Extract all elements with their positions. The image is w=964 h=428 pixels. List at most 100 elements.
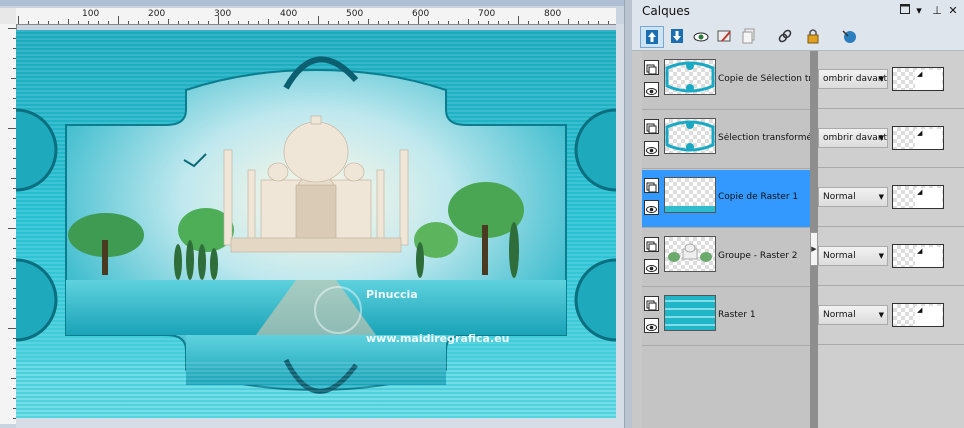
canvas-window: 100 200 300 400 500 600 700 800 Pinuccia… [0, 0, 624, 428]
visibility-button[interactable] [690, 26, 712, 46]
ruler-label: 800 [544, 9, 562, 19]
layer-row[interactable]: Sélection transformée [642, 111, 820, 169]
arrow-down-icon [671, 29, 683, 43]
blend-mode-select[interactable]: Normal ▼ [818, 305, 888, 325]
ruler-tick [548, 21, 549, 24]
layer-type-icon[interactable] [644, 237, 659, 252]
ruler-tick [258, 21, 259, 24]
blend-mode-value: Normal [823, 251, 856, 261]
merge-button[interactable] [838, 26, 860, 46]
horizontal-ruler: 100 200 300 400 500 600 700 800 [16, 8, 616, 25]
ruler-label: 400 [280, 9, 298, 19]
layer-row[interactable]: Copie de Sélection tran [642, 52, 820, 110]
edit-layer-button[interactable] [714, 26, 736, 46]
blend-mode-select[interactable]: Normal ▼ [818, 246, 888, 266]
scroll-handle[interactable]: ▶ [810, 232, 818, 266]
move-layer-down-button[interactable] [666, 26, 688, 46]
layer-thumbnail [664, 295, 716, 331]
ruler-tick [348, 21, 349, 24]
link-button[interactable] [774, 26, 796, 46]
layer-row[interactable]: Copie de Raster 1 [642, 170, 820, 228]
resize-corner-icon: ◢ [915, 129, 942, 149]
ruler-tick [518, 16, 519, 24]
blend-mode-select[interactable]: ombrir davanta ▼ [818, 128, 888, 148]
layer-row[interactable]: Groupe - Raster 2 [642, 229, 820, 287]
image-canvas[interactable]: Pinuccia www.maidiregrafica.eu [16, 30, 616, 418]
layer-row[interactable]: Raster 1 [642, 288, 820, 346]
panel-pin-button[interactable]: ⊥ [930, 4, 944, 17]
ruler-tick [588, 21, 589, 24]
ruler-tick [8, 228, 16, 229]
eye-icon[interactable] [644, 259, 659, 274]
lock-button[interactable] [802, 26, 824, 46]
ruler-tick [138, 21, 139, 24]
chevron-right-icon: ▶ [811, 245, 817, 253]
panel-menu-button[interactable]: ▾ [912, 4, 926, 17]
opacity-field[interactable]: 100◢ [892, 185, 944, 209]
opacity-field[interactable]: 100◢ [892, 244, 944, 268]
eye-icon[interactable] [644, 318, 659, 333]
duplicate-layer-button[interactable] [738, 26, 760, 46]
layer-type-icon[interactable] [644, 119, 659, 134]
layer-list: Copie de Sélection tran Sélection transfo… [642, 51, 820, 428]
layer-thumbnail [664, 118, 716, 154]
ruler-tick [108, 21, 109, 24]
opacity-field[interactable]: 100◢ [892, 67, 944, 91]
layer-properties-column: ombrir davanta▼100◢ombrir davanta▼100◢No… [818, 51, 964, 428]
layer-thumbnail [664, 236, 716, 272]
ruler-tick [608, 21, 609, 24]
layer-type-icon[interactable] [644, 296, 659, 311]
blend-mode-select[interactable]: Normal ▼ [818, 187, 888, 207]
ruler-tick [538, 21, 539, 24]
layer-name: Copie de Sélection tran [718, 74, 818, 84]
watermark-name: Pinuccia [366, 288, 418, 301]
ruler-tick [8, 28, 16, 29]
ruler-tick [48, 21, 49, 24]
ruler-label: 700 [478, 9, 496, 19]
eye-icon[interactable] [644, 82, 659, 97]
layer-type-icon[interactable] [644, 60, 659, 75]
ruler-tick [528, 21, 529, 24]
ruler-tick [498, 21, 499, 24]
chevron-down-icon: ▼ [878, 75, 884, 83]
panel-close-button[interactable]: ✕ [946, 4, 960, 17]
layers-panel: Calques ▾ ⊥ ✕ Copie de Sélection tran Sé… [632, 0, 964, 428]
ruler-tick [308, 21, 309, 24]
link-icon [778, 29, 792, 43]
layer-properties-row: ombrir davanta▼100◢ [818, 51, 964, 109]
ruler-corner [0, 8, 17, 25]
eye-icon[interactable] [644, 141, 659, 156]
chevron-down-icon: ▾ [916, 4, 922, 17]
ruler-tick [208, 21, 209, 24]
ruler-tick [78, 21, 79, 24]
horizontal-scrollbar[interactable] [16, 418, 616, 428]
ruler-tick [18, 16, 19, 24]
ruler-tick [598, 21, 599, 24]
ruler-tick [88, 21, 89, 24]
ruler-tick [128, 21, 129, 24]
ruler-tick [298, 21, 299, 24]
opacity-field[interactable]: 100◢ [892, 126, 944, 150]
blend-mode-select[interactable]: ombrir davanta ▼ [818, 69, 888, 89]
blend-mode-value: Normal [823, 310, 856, 320]
ruler-tick [238, 21, 239, 24]
ruler-tick [168, 19, 169, 24]
opacity-field[interactable]: 100◢ [892, 303, 944, 327]
ruler-tick [28, 21, 29, 24]
layer-name: Copie de Raster 1 [718, 192, 799, 202]
ruler-tick [8, 128, 16, 129]
chevron-down-icon: ▼ [878, 134, 884, 142]
ruler-label: 200 [148, 9, 166, 19]
close-icon: ✕ [948, 4, 958, 17]
eye-icon[interactable] [644, 200, 659, 215]
window-top-strip [0, 0, 624, 6]
pin-icon: ⊥ [932, 4, 942, 17]
move-layer-up-button[interactable] [640, 26, 664, 48]
ruler-tick [58, 21, 59, 24]
vertical-scrollbar[interactable] [616, 24, 624, 428]
layer-type-icon[interactable] [644, 178, 659, 193]
panel-restore-button[interactable] [898, 4, 912, 17]
ruler-tick [458, 21, 459, 24]
ruler-tick [268, 19, 269, 24]
layer-thumbnail [664, 59, 716, 95]
